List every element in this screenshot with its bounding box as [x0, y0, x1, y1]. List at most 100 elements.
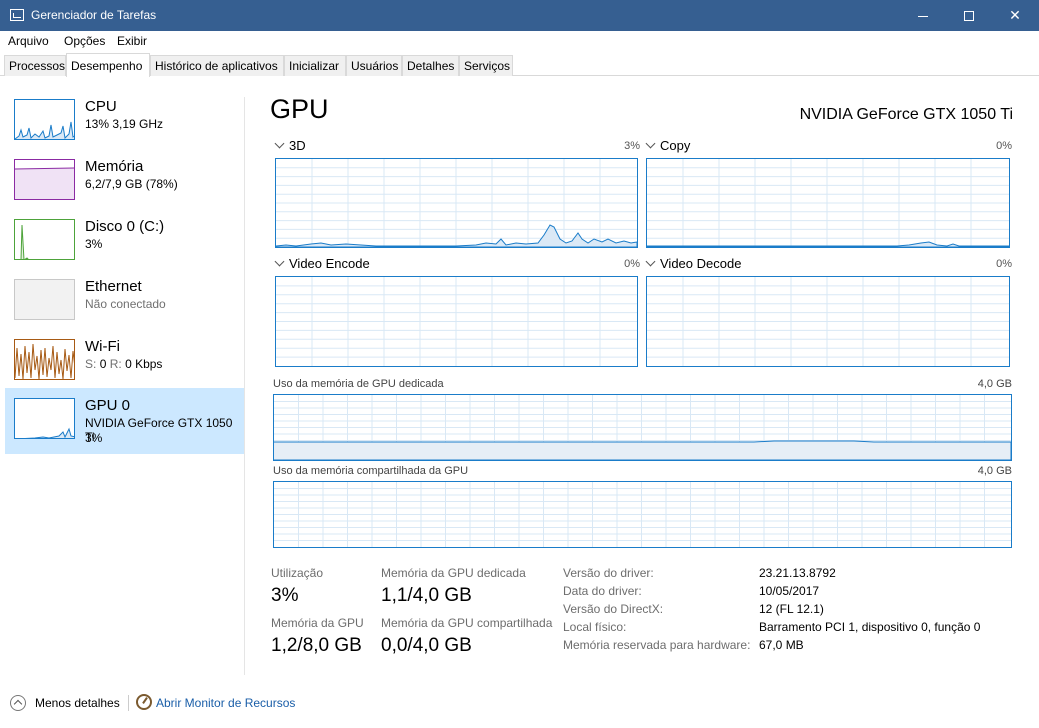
maximize-button[interactable] [946, 0, 992, 31]
tab-historico[interactable]: Histórico de aplicativos [150, 55, 284, 76]
resource-monitor-icon [136, 694, 152, 710]
engine-3d-percent: 3% [624, 140, 640, 152]
task-manager-icon [10, 9, 24, 21]
hardware-reserved-memory-label: Memória reservada para hardware: [563, 638, 751, 652]
physical-location-label: Local físico: [563, 620, 627, 634]
sidebar-memoria-name: Memória [85, 158, 144, 175]
tab-inicializar[interactable]: Inicializar [284, 55, 346, 76]
engine-encode-graph [275, 276, 638, 367]
tab-bar: Processos Desempenho Histórico de aplica… [0, 53, 1039, 77]
sidebar-disco-name: Disco 0 (C:) [85, 218, 165, 235]
gpu-memory-label: Memória da GPU [271, 616, 364, 630]
engine-encode-selector[interactable]: Video Encode [274, 256, 370, 271]
engine-copy-percent: 0% [996, 140, 1012, 152]
sidebar-item-ethernet[interactable]: Ethernet Não conectado [5, 269, 244, 335]
wifi-receive-value: 0 Kbps [125, 357, 163, 371]
chevron-up-icon[interactable] [10, 695, 26, 711]
cpu-thumbnail-graph [14, 99, 75, 140]
close-button[interactable]: ✕ [992, 0, 1038, 31]
maximize-icon [964, 11, 974, 22]
chevron-down-icon [645, 256, 656, 267]
driver-date-value: 10/05/2017 [759, 584, 820, 598]
wifi-send-label: S: [85, 357, 97, 371]
sidebar-ethernet-name: Ethernet [85, 278, 142, 295]
fewer-details-button[interactable]: Menos detalhes [35, 696, 120, 710]
dedicated-gpu-memory-value: 1,1/4,0 GB [381, 585, 472, 606]
utilization-label: Utilização [271, 566, 324, 580]
sidebar-memoria-sub: 6,2/7,9 GB (78%) [85, 177, 178, 191]
driver-version-label: Versão do driver: [563, 566, 654, 580]
dedicated-memory-graph [273, 394, 1012, 461]
sidebar-gpu-sub: NVIDIA GeForce GTX 1050 Ti [85, 416, 233, 444]
engine-3d-graph [275, 158, 638, 248]
sidebar-disco-sub: 3% [85, 237, 103, 251]
menu-exibir[interactable]: Exibir [117, 34, 147, 48]
page-title: GPU [270, 94, 329, 124]
footer-divider [128, 695, 129, 711]
menu-arquivo[interactable]: Arquivo [8, 34, 49, 48]
sidebar-cpu-name: CPU [85, 98, 117, 115]
engine-copy-selector[interactable]: Copy [645, 138, 691, 153]
dedicated-memory-label: Uso da memória de GPU dedicada [273, 378, 444, 390]
engine-decode-label: Video Decode [660, 256, 742, 271]
sidebar-item-cpu[interactable]: CPU 13% 3,19 GHz [5, 89, 244, 155]
sidebar-wifi-name: Wi-Fi [85, 338, 120, 355]
wifi-receive-label: R: [109, 357, 122, 371]
menu-opcoes[interactable]: Opções [64, 34, 105, 48]
shared-memory-max: 4,0 GB [977, 465, 1012, 477]
engine-encode-label: Video Encode [289, 256, 370, 271]
tab-processos[interactable]: Processos [4, 55, 66, 76]
footer: Menos detalhes Abrir Monitor de Recursos [0, 688, 1039, 718]
engine-3d-label: 3D [289, 138, 306, 153]
sidebar-item-gpu[interactable]: GPU 0 NVIDIA GeForce GTX 1050 Ti 3% [5, 388, 244, 454]
ethernet-thumbnail-graph [14, 279, 75, 320]
engine-decode-graph [646, 276, 1010, 367]
engine-decode-percent: 0% [996, 258, 1012, 270]
engine-decode-selector[interactable]: Video Decode [645, 256, 742, 271]
gpu-memory-value: 1,2/8,0 GB [271, 635, 362, 656]
sidebar-cpu-sub: 13% 3,19 GHz [85, 117, 164, 131]
gpu-thumbnail-graph [14, 398, 75, 439]
tab-usuarios[interactable]: Usuários [346, 55, 402, 76]
minimize-icon [918, 15, 928, 17]
sidebar-gpu-name: GPU 0 [85, 397, 131, 414]
sidebar-item-disco[interactable]: Disco 0 (C:) 3% [5, 209, 244, 275]
engine-copy-graph [646, 158, 1010, 248]
chevron-down-icon [274, 138, 285, 149]
dedicated-memory-max: 4,0 GB [977, 378, 1012, 390]
shared-memory-graph [273, 481, 1012, 548]
driver-date-label: Data do driver: [563, 584, 642, 598]
engine-3d-selector[interactable]: 3D [274, 138, 306, 153]
sidebar-item-wifi[interactable]: Wi-Fi S: 0 R: 0 Kbps [5, 329, 244, 395]
gpu-model-name: NVIDIA GeForce GTX 1050 Ti [799, 106, 1013, 123]
utilization-value: 3% [271, 585, 299, 606]
tab-desempenho[interactable]: Desempenho [66, 53, 150, 77]
sidebar-ethernet-sub: Não conectado [85, 297, 166, 311]
shared-gpu-memory-value: 0,0/4,0 GB [381, 635, 472, 656]
engine-encode-percent: 0% [624, 258, 640, 270]
shared-memory-label: Uso da memória compartilhada da GPU [273, 465, 469, 477]
wifi-thumbnail-graph [14, 339, 75, 380]
close-icon: ✕ [1009, 7, 1021, 23]
driver-version-value: 23.21.13.8792 [759, 566, 836, 580]
chevron-down-icon [274, 256, 285, 267]
tab-detalhes[interactable]: Detalhes [402, 55, 459, 76]
memory-thumbnail-graph [14, 159, 75, 200]
directx-version-label: Versão do DirectX: [563, 602, 664, 616]
window-title: Gerenciador de Tarefas [31, 8, 157, 22]
sidebar-gpu-usage: 3% [85, 431, 103, 445]
engine-copy-label: Copy [660, 138, 691, 153]
minimize-button[interactable] [900, 0, 946, 31]
performance-sidebar: CPU 13% 3,19 GHz Memória 6,2/7,9 GB (78%… [0, 77, 245, 675]
sidebar-divider [244, 97, 245, 675]
chevron-down-icon [645, 138, 656, 149]
tab-servicos[interactable]: Serviços [459, 55, 513, 76]
directx-version-value: 12 (FL 12.1) [759, 602, 824, 616]
physical-location-value: Barramento PCI 1, dispositivo 0, função … [759, 620, 981, 634]
wifi-send-value: 0 [99, 357, 107, 371]
disk-thumbnail-graph [14, 219, 75, 260]
dedicated-gpu-memory-label: Memória da GPU dedicada [381, 566, 526, 580]
title-bar: Gerenciador de Tarefas ✕ [0, 0, 1039, 31]
sidebar-item-memoria[interactable]: Memória 6,2/7,9 GB (78%) [5, 149, 244, 215]
open-resource-monitor-link[interactable]: Abrir Monitor de Recursos [156, 696, 295, 710]
